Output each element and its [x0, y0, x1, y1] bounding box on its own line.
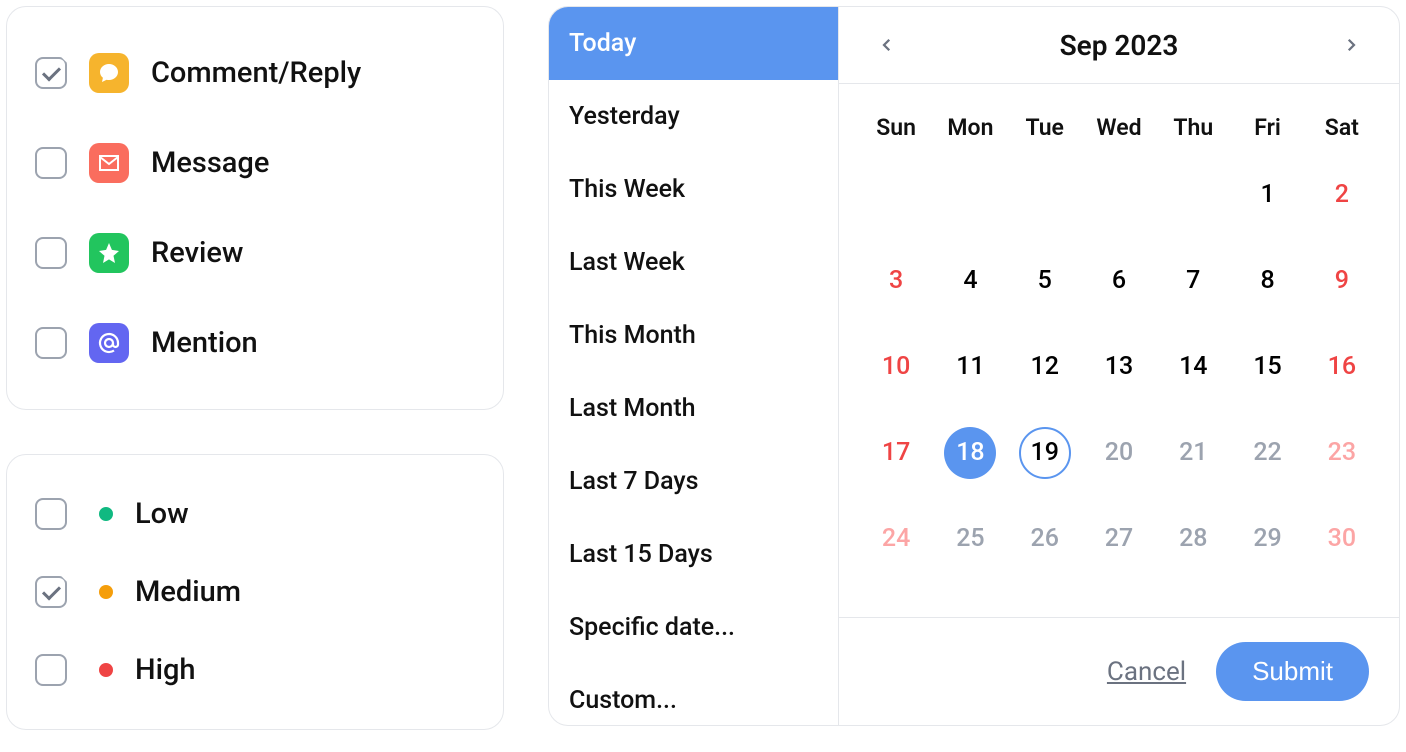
calendar-day-cell[interactable]: 30: [1305, 511, 1379, 567]
type-filters-panel: Comment/Reply Message Review Mention: [6, 6, 504, 410]
date-preset-item[interactable]: Last 15 Days: [549, 518, 838, 591]
priority-dot-high: [99, 663, 113, 677]
envelope-icon: [89, 143, 129, 183]
calendar-day-cell[interactable]: 9: [1305, 253, 1379, 309]
calendar-day-cell: [933, 167, 1007, 223]
date-preset-item[interactable]: Last Week: [549, 226, 838, 299]
calendar-day-cell[interactable]: 25: [933, 511, 1007, 567]
calendar-dow-cell: Wed: [1082, 114, 1156, 141]
calendar-day-cell[interactable]: 12: [1008, 339, 1082, 395]
calendar-day-cell[interactable]: 20: [1082, 425, 1156, 481]
calendar-day-cell[interactable]: 24: [859, 511, 933, 567]
calendar-dow-cell: Fri: [1230, 114, 1304, 141]
filter-label-review: Review: [151, 236, 243, 270]
calendar-header: Sep 2023: [839, 7, 1399, 84]
checkbox-medium[interactable]: [35, 576, 67, 608]
checkbox-comment[interactable]: [35, 57, 67, 89]
comment-icon: [89, 53, 129, 93]
filter-label-message: Message: [151, 146, 269, 180]
priority-panel: Low Medium High: [6, 454, 504, 730]
filter-row-comment[interactable]: Comment/Reply: [35, 39, 475, 107]
date-preset-item[interactable]: This Month: [549, 299, 838, 372]
calendar-dow-cell: Tue: [1008, 114, 1082, 141]
calendar-day-cell: [1156, 167, 1230, 223]
priority-label-high: High: [135, 653, 196, 687]
next-month-button[interactable]: [1333, 27, 1369, 63]
submit-button[interactable]: Submit: [1216, 642, 1369, 701]
calendar-day-cell[interactable]: 26: [1008, 511, 1082, 567]
calendar-day-cell[interactable]: 4: [933, 253, 1007, 309]
calendar-day-cell[interactable]: 28: [1156, 511, 1230, 567]
calendar-day-cell[interactable]: 8: [1230, 253, 1304, 309]
calendar-month-label: Sep 2023: [1060, 29, 1179, 62]
calendar-day-cell[interactable]: 27: [1082, 511, 1156, 567]
calendar-day-cell[interactable]: 2: [1305, 167, 1379, 223]
priority-dot-low: [99, 507, 113, 521]
cancel-button[interactable]: Cancel: [1107, 657, 1186, 687]
date-preset-item[interactable]: Last 7 Days: [549, 445, 838, 518]
star-icon: [89, 233, 129, 273]
date-preset-item[interactable]: This Week: [549, 153, 838, 226]
calendar-day-cell: [859, 167, 933, 223]
calendar-day-cell[interactable]: 11: [933, 339, 1007, 395]
calendar-day-cell[interactable]: 13: [1082, 339, 1156, 395]
calendar-dow-row: SunMonTueWedThuFriSat: [859, 114, 1379, 141]
calendar-day-cell[interactable]: 18: [933, 425, 1007, 481]
calendar-dow-cell: Sun: [859, 114, 933, 141]
filter-row-mention[interactable]: Mention: [35, 309, 475, 377]
calendar-day-cell[interactable]: 15: [1230, 339, 1304, 395]
filter-label-mention: Mention: [151, 326, 258, 360]
calendar-day-cell: [1008, 167, 1082, 223]
calendar-day-cell[interactable]: 19: [1008, 425, 1082, 481]
calendar-dow-cell: Thu: [1156, 114, 1230, 141]
checkbox-mention[interactable]: [35, 327, 67, 359]
calendar-day-cell[interactable]: 21: [1156, 425, 1230, 481]
filter-label-comment: Comment/Reply: [151, 56, 361, 90]
priority-label-medium: Medium: [135, 575, 241, 609]
calendar-day-cell[interactable]: 5: [1008, 253, 1082, 309]
calendar-day-cell[interactable]: 10: [859, 339, 933, 395]
date-preset-list: TodayYesterdayThis WeekLast WeekThis Mon…: [549, 7, 839, 725]
calendar-days-grid: 1234567891011121314151617181920212223242…: [859, 167, 1379, 567]
checkbox-review[interactable]: [35, 237, 67, 269]
calendar-day-cell[interactable]: 14: [1156, 339, 1230, 395]
priority-dot-medium: [99, 585, 113, 599]
calendar-day-cell: [1082, 167, 1156, 223]
date-preset-item[interactable]: Last Month: [549, 372, 838, 445]
calendar-day-cell[interactable]: 29: [1230, 511, 1304, 567]
calendar-panel: Sep 2023 SunMonTueWedThuFriSat 123456789…: [839, 7, 1399, 725]
priority-row-low[interactable]: Low: [35, 487, 475, 541]
calendar-day-cell[interactable]: 22: [1230, 425, 1304, 481]
at-icon: [89, 323, 129, 363]
calendar-dow-cell: Sat: [1305, 114, 1379, 141]
prev-month-button[interactable]: [869, 27, 905, 63]
filter-row-message[interactable]: Message: [35, 129, 475, 197]
calendar-day-cell[interactable]: 1: [1230, 167, 1304, 223]
priority-label-low: Low: [135, 497, 189, 531]
priority-row-high[interactable]: High: [35, 643, 475, 697]
calendar-day-cell[interactable]: 6: [1082, 253, 1156, 309]
checkbox-high[interactable]: [35, 654, 67, 686]
priority-row-medium[interactable]: Medium: [35, 565, 475, 619]
date-picker: TodayYesterdayThis WeekLast WeekThis Mon…: [548, 6, 1400, 726]
date-preset-item[interactable]: Today: [549, 7, 838, 80]
calendar-day-cell[interactable]: 23: [1305, 425, 1379, 481]
date-preset-item[interactable]: Yesterday: [549, 80, 838, 153]
calendar-day-cell[interactable]: 16: [1305, 339, 1379, 395]
calendar-dow-cell: Mon: [933, 114, 1007, 141]
calendar-day-cell[interactable]: 7: [1156, 253, 1230, 309]
filter-row-review[interactable]: Review: [35, 219, 475, 287]
calendar-day-cell[interactable]: 3: [859, 253, 933, 309]
calendar-day-cell[interactable]: 17: [859, 425, 933, 481]
date-preset-item[interactable]: Specific date...: [549, 591, 838, 664]
calendar-actions: Cancel Submit: [839, 617, 1399, 725]
checkbox-low[interactable]: [35, 498, 67, 530]
checkbox-message[interactable]: [35, 147, 67, 179]
date-preset-item[interactable]: Custom...: [549, 664, 838, 726]
